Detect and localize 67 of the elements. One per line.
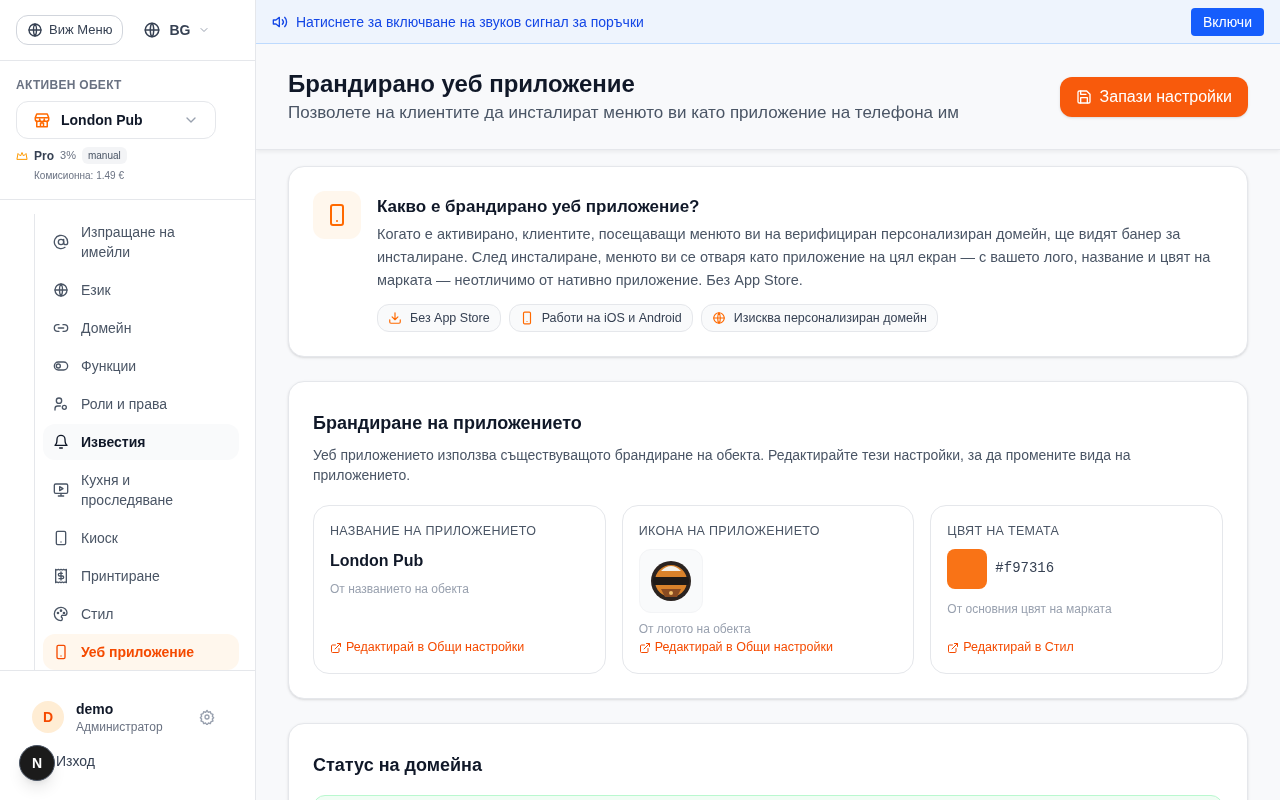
globe-icon — [27, 22, 43, 38]
user-role: Администратор — [76, 719, 164, 735]
tile-label: НАЗВАНИЕ НА ПРИЛОЖЕНИЕТО — [330, 523, 538, 540]
nav-item[interactable]: Принтиране — [43, 558, 239, 594]
tile-hint: От логото на обекта — [638, 620, 752, 637]
app-name-value: London Pub — [330, 550, 425, 571]
nav-item[interactable]: Домейн — [43, 310, 239, 346]
nav-item[interactable]: Известия — [43, 424, 239, 460]
nav-item[interactable]: Стил — [43, 596, 239, 632]
logout-link[interactable]: Изход — [56, 751, 95, 771]
edit-link[interactable]: Редактирай в Стил — [947, 638, 1206, 657]
plan-percent: 3% — [60, 148, 76, 163]
feature-chip: Изисква персонализиран домейн — [700, 304, 938, 332]
save-icon — [1075, 88, 1092, 105]
bell-icon — [53, 434, 69, 450]
page-title: Брандирано уеб приложение — [288, 68, 636, 99]
monitor-icon — [53, 482, 69, 498]
external-link-icon — [638, 641, 651, 654]
nav-item[interactable]: Киоск — [43, 520, 239, 556]
view-menu-button[interactable]: Виж Меню — [16, 15, 124, 45]
page-subtitle: Позволете на клиентите да инсталират менюто ви като приложение на телефона им — [288, 101, 960, 124]
color-code: #f97316 — [995, 559, 1055, 579]
tile-label: ЦВЯТ НА ТЕМАТА — [947, 523, 1061, 540]
globe-icon — [143, 21, 162, 39]
nav-item[interactable]: Роли и права — [43, 386, 239, 422]
users-icon — [53, 396, 69, 412]
palette-icon — [53, 606, 69, 622]
store-icon — [33, 111, 51, 129]
venue-selector[interactable]: London Pub — [16, 101, 216, 139]
card-title: Какво е брандирано уеб приложение? — [377, 196, 701, 218]
settings-button[interactable] — [199, 709, 215, 725]
tile-hint: От названието на обекта — [330, 580, 470, 597]
globe-icon — [711, 311, 726, 325]
card-title: Статус на домейна — [313, 754, 483, 777]
enable-button[interactable]: Включи — [1190, 7, 1264, 36]
language-selector[interactable]: BG — [143, 20, 211, 40]
toggle-icon — [53, 358, 69, 374]
phone-icon — [53, 644, 69, 660]
user-avatar: D — [32, 701, 64, 733]
user-name: demo — [76, 700, 115, 719]
tablet-icon — [53, 530, 69, 546]
nav-item[interactable]: Изпращане на имейли — [43, 214, 239, 270]
nav-item[interactable]: Език — [43, 272, 239, 308]
card-description: Уеб приложението използва съществуващото брандиране на обекта. Редактирайте тези настройки, за да промените вида на приложението. — [313, 446, 1132, 485]
edit-link[interactable]: Редактирай в Общи настройки — [330, 638, 589, 657]
plan-badge: manual — [81, 147, 127, 165]
settings-icon — [199, 709, 215, 725]
edit-link[interactable]: Редактирай в Общи настройки — [638, 638, 898, 657]
tile-label: ИКОНА НА ПРИЛОЖЕНИЕТО — [638, 523, 821, 540]
tile-hint: От основния цвят на марката — [947, 600, 1113, 617]
banner-text: Натиснете за включване на звуков сигнал за поръчки — [296, 12, 645, 32]
nav-item[interactable]: Функции — [43, 348, 239, 384]
commission-text: Комисионна: 1.49 € — [33, 169, 125, 184]
crown-icon — [16, 149, 28, 162]
download-icon — [388, 311, 402, 325]
receipt-icon — [53, 568, 69, 584]
nav-item[interactable]: Кухня и проследяване — [43, 462, 239, 518]
section-label: АКТИВЕН ОБЕКТ — [16, 77, 123, 93]
card-title: Брандиране на приложението — [313, 412, 583, 435]
external-link-icon — [947, 641, 960, 654]
feature-chip: Работи на iOS и Android — [508, 304, 693, 332]
plan-name: Pro — [34, 147, 54, 164]
globe-icon — [53, 282, 69, 298]
external-link-icon — [330, 641, 342, 654]
at-sign-icon — [53, 234, 69, 250]
feature-chip: Без App Store — [377, 304, 501, 332]
card-description: Когато е активирано, клиентите, посещаващи менюто ви на верифициран персонализиран домейн, ще видят банер за инсталиране. След инсталиране, менюто ви се отваря като приложение на цял екран — с вашето лого, название и цвят на марката — неотличимо от нативно приложение. Без App Store. — [377, 225, 1212, 290]
